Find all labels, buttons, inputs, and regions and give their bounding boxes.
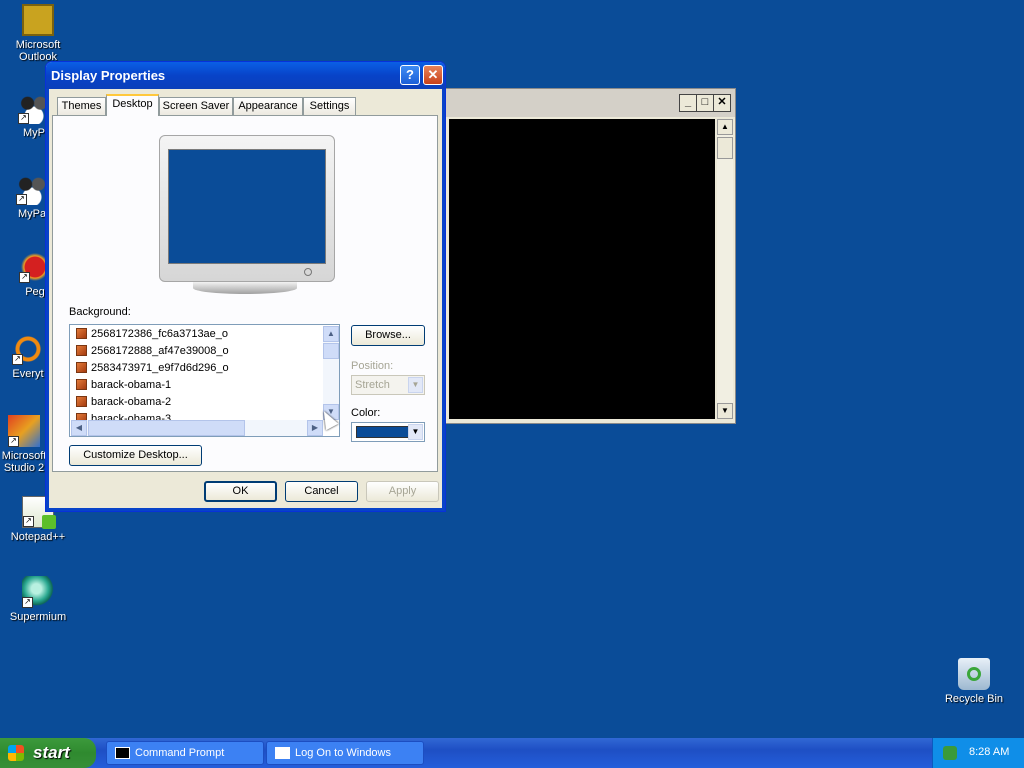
color-label: Color: <box>351 407 381 419</box>
console-output-area[interactable] <box>449 119 715 419</box>
start-button[interactable]: start <box>0 738 96 768</box>
shortcut-arrow-icon: ↗ <box>8 436 19 447</box>
taskbar: start Command Prompt Log On to Windows 8… <box>0 738 1024 768</box>
desktop-icon-supermium[interactable]: ↗ Supermium <box>0 576 76 623</box>
desktop-icon-outlook[interactable]: Microsoft Outlook <box>0 4 76 63</box>
scroll-down-arrow-icon[interactable]: ▼ <box>717 403 733 419</box>
windows-logo-icon <box>8 745 24 761</box>
clock[interactable]: 8:28 AM <box>969 746 1009 758</box>
taskbar-item-command-prompt[interactable]: Command Prompt <box>106 741 264 765</box>
tab-desktop[interactable]: Desktop <box>106 94 159 116</box>
background-label: Background: <box>69 306 131 318</box>
window-frame <box>46 508 445 511</box>
monitor-preview <box>159 135 335 282</box>
listbox-vertical-scrollbar[interactable]: ▲ ▼ <box>323 326 339 420</box>
cancel-button[interactable]: Cancel <box>285 481 358 502</box>
scroll-up-arrow-icon[interactable]: ▲ <box>323 326 339 342</box>
outlook-icon <box>22 4 54 36</box>
taskbar-item-label: Command Prompt <box>135 747 225 759</box>
shortcut-arrow-icon: ↗ <box>18 113 29 124</box>
image-file-icon <box>76 362 87 373</box>
customize-desktop-button[interactable]: Customize Desktop... <box>69 445 202 466</box>
tab-appearance[interactable]: Appearance <box>233 97 303 115</box>
window-frame <box>442 89 445 511</box>
browse-button[interactable]: Browse... <box>351 325 425 346</box>
position-label: Position: <box>351 360 394 372</box>
desktop-icon-label: Supermium <box>9 611 67 623</box>
scroll-left-arrow-icon[interactable]: ◀ <box>71 420 87 436</box>
taskbar-item-log-on[interactable]: Log On to Windows <box>266 741 424 765</box>
scroll-thumb[interactable] <box>88 420 245 436</box>
shortcut-arrow-icon: ↗ <box>22 597 33 608</box>
power-led-icon <box>304 268 312 276</box>
shortcut-arrow-icon: ↗ <box>16 194 27 205</box>
window-icon <box>275 747 290 759</box>
window-frame <box>46 89 49 511</box>
list-item[interactable]: 2568172386_fc6a3713ae_o <box>76 326 228 343</box>
network-icon[interactable] <box>943 746 957 760</box>
desktop-icon-label: Microsoft <box>15 39 61 51</box>
image-file-icon <box>76 345 87 356</box>
tab-settings[interactable]: Settings <box>303 97 356 115</box>
position-value: Stretch <box>355 379 390 391</box>
people-icon: ↗ <box>16 173 48 205</box>
monitor-stand <box>193 282 297 294</box>
scroll-thumb[interactable] <box>323 343 339 359</box>
position-select[interactable]: Stretch ▼ <box>351 375 425 395</box>
ok-button[interactable]: OK <box>204 481 277 502</box>
list-item[interactable]: barack-obama-2 <box>76 394 171 411</box>
scroll-thumb[interactable] <box>717 137 733 159</box>
chevron-down-icon[interactable]: ▼ <box>408 424 423 440</box>
desktop-icon-label: Recycle Bin <box>944 693 1004 705</box>
scroll-up-arrow-icon[interactable]: ▲ <box>717 119 733 135</box>
list-item[interactable]: barack-obama-1 <box>76 377 171 394</box>
desktop-tab-panel: Background: 2568172386_fc6a3713ae_o 2568… <box>52 115 438 472</box>
list-item[interactable]: 2568172888_af47e39008_o <box>76 343 229 360</box>
list-item[interactable]: 2583473971_e9f7d6d296_o <box>76 360 229 377</box>
dialog-titlebar[interactable]: Display Properties ? ✕ <box>46 62 445 89</box>
color-swatch <box>356 426 411 438</box>
image-file-icon <box>76 396 87 407</box>
display-properties-dialog[interactable]: Display Properties ? ✕ Themes Desktop Sc… <box>45 61 446 512</box>
desktop-icon-label: Notepad++ <box>10 531 66 543</box>
close-button[interactable]: ✕ <box>423 65 443 85</box>
system-tray: 8:28 AM <box>932 738 1024 768</box>
minimize-button[interactable]: _ <box>679 94 697 112</box>
tab-themes[interactable]: Themes <box>57 97 106 115</box>
image-file-icon <box>76 379 87 390</box>
image-file-icon <box>76 328 87 339</box>
shortcut-arrow-icon: ↗ <box>12 354 23 365</box>
chevron-down-icon[interactable]: ▼ <box>408 377 423 393</box>
scroll-right-arrow-icon[interactable]: ▶ <box>307 420 323 436</box>
color-picker[interactable]: ▼ <box>351 422 425 442</box>
apply-button[interactable]: Apply <box>366 481 439 502</box>
visual-studio-icon: ↗ <box>8 415 40 447</box>
tab-screen-saver[interactable]: Screen Saver <box>159 97 233 115</box>
start-label: start <box>33 743 70 762</box>
background-listbox[interactable]: 2568172386_fc6a3713ae_o 2568172888_af47e… <box>69 324 340 437</box>
help-button[interactable]: ? <box>400 65 420 85</box>
supermium-browser-icon: ↗ <box>22 576 54 608</box>
taskbar-item-label: Log On to Windows <box>295 747 391 759</box>
window-titlebar[interactable]: _ □ ✕ <box>445 89 735 117</box>
shortcut-arrow-icon: ↗ <box>23 516 34 527</box>
command-prompt-window[interactable]: _ □ ✕ ▲ ▼ <box>444 88 736 424</box>
console-icon <box>115 747 130 759</box>
recycle-bin-icon <box>958 658 990 690</box>
everything-search-icon: ↗ <box>12 333 44 365</box>
monitor-preview-screen <box>168 149 326 264</box>
desktop-icon-recycle-bin[interactable]: Recycle Bin <box>936 658 1012 705</box>
close-button[interactable]: ✕ <box>713 94 731 112</box>
console-vertical-scrollbar[interactable]: ▲ ▼ <box>717 119 733 419</box>
maximize-button[interactable]: □ <box>696 94 714 112</box>
dialog-title: Display Properties <box>51 68 166 83</box>
shortcut-arrow-icon: ↗ <box>19 272 30 283</box>
listbox-horizontal-scrollbar[interactable]: ◀ ▶ <box>71 420 323 436</box>
